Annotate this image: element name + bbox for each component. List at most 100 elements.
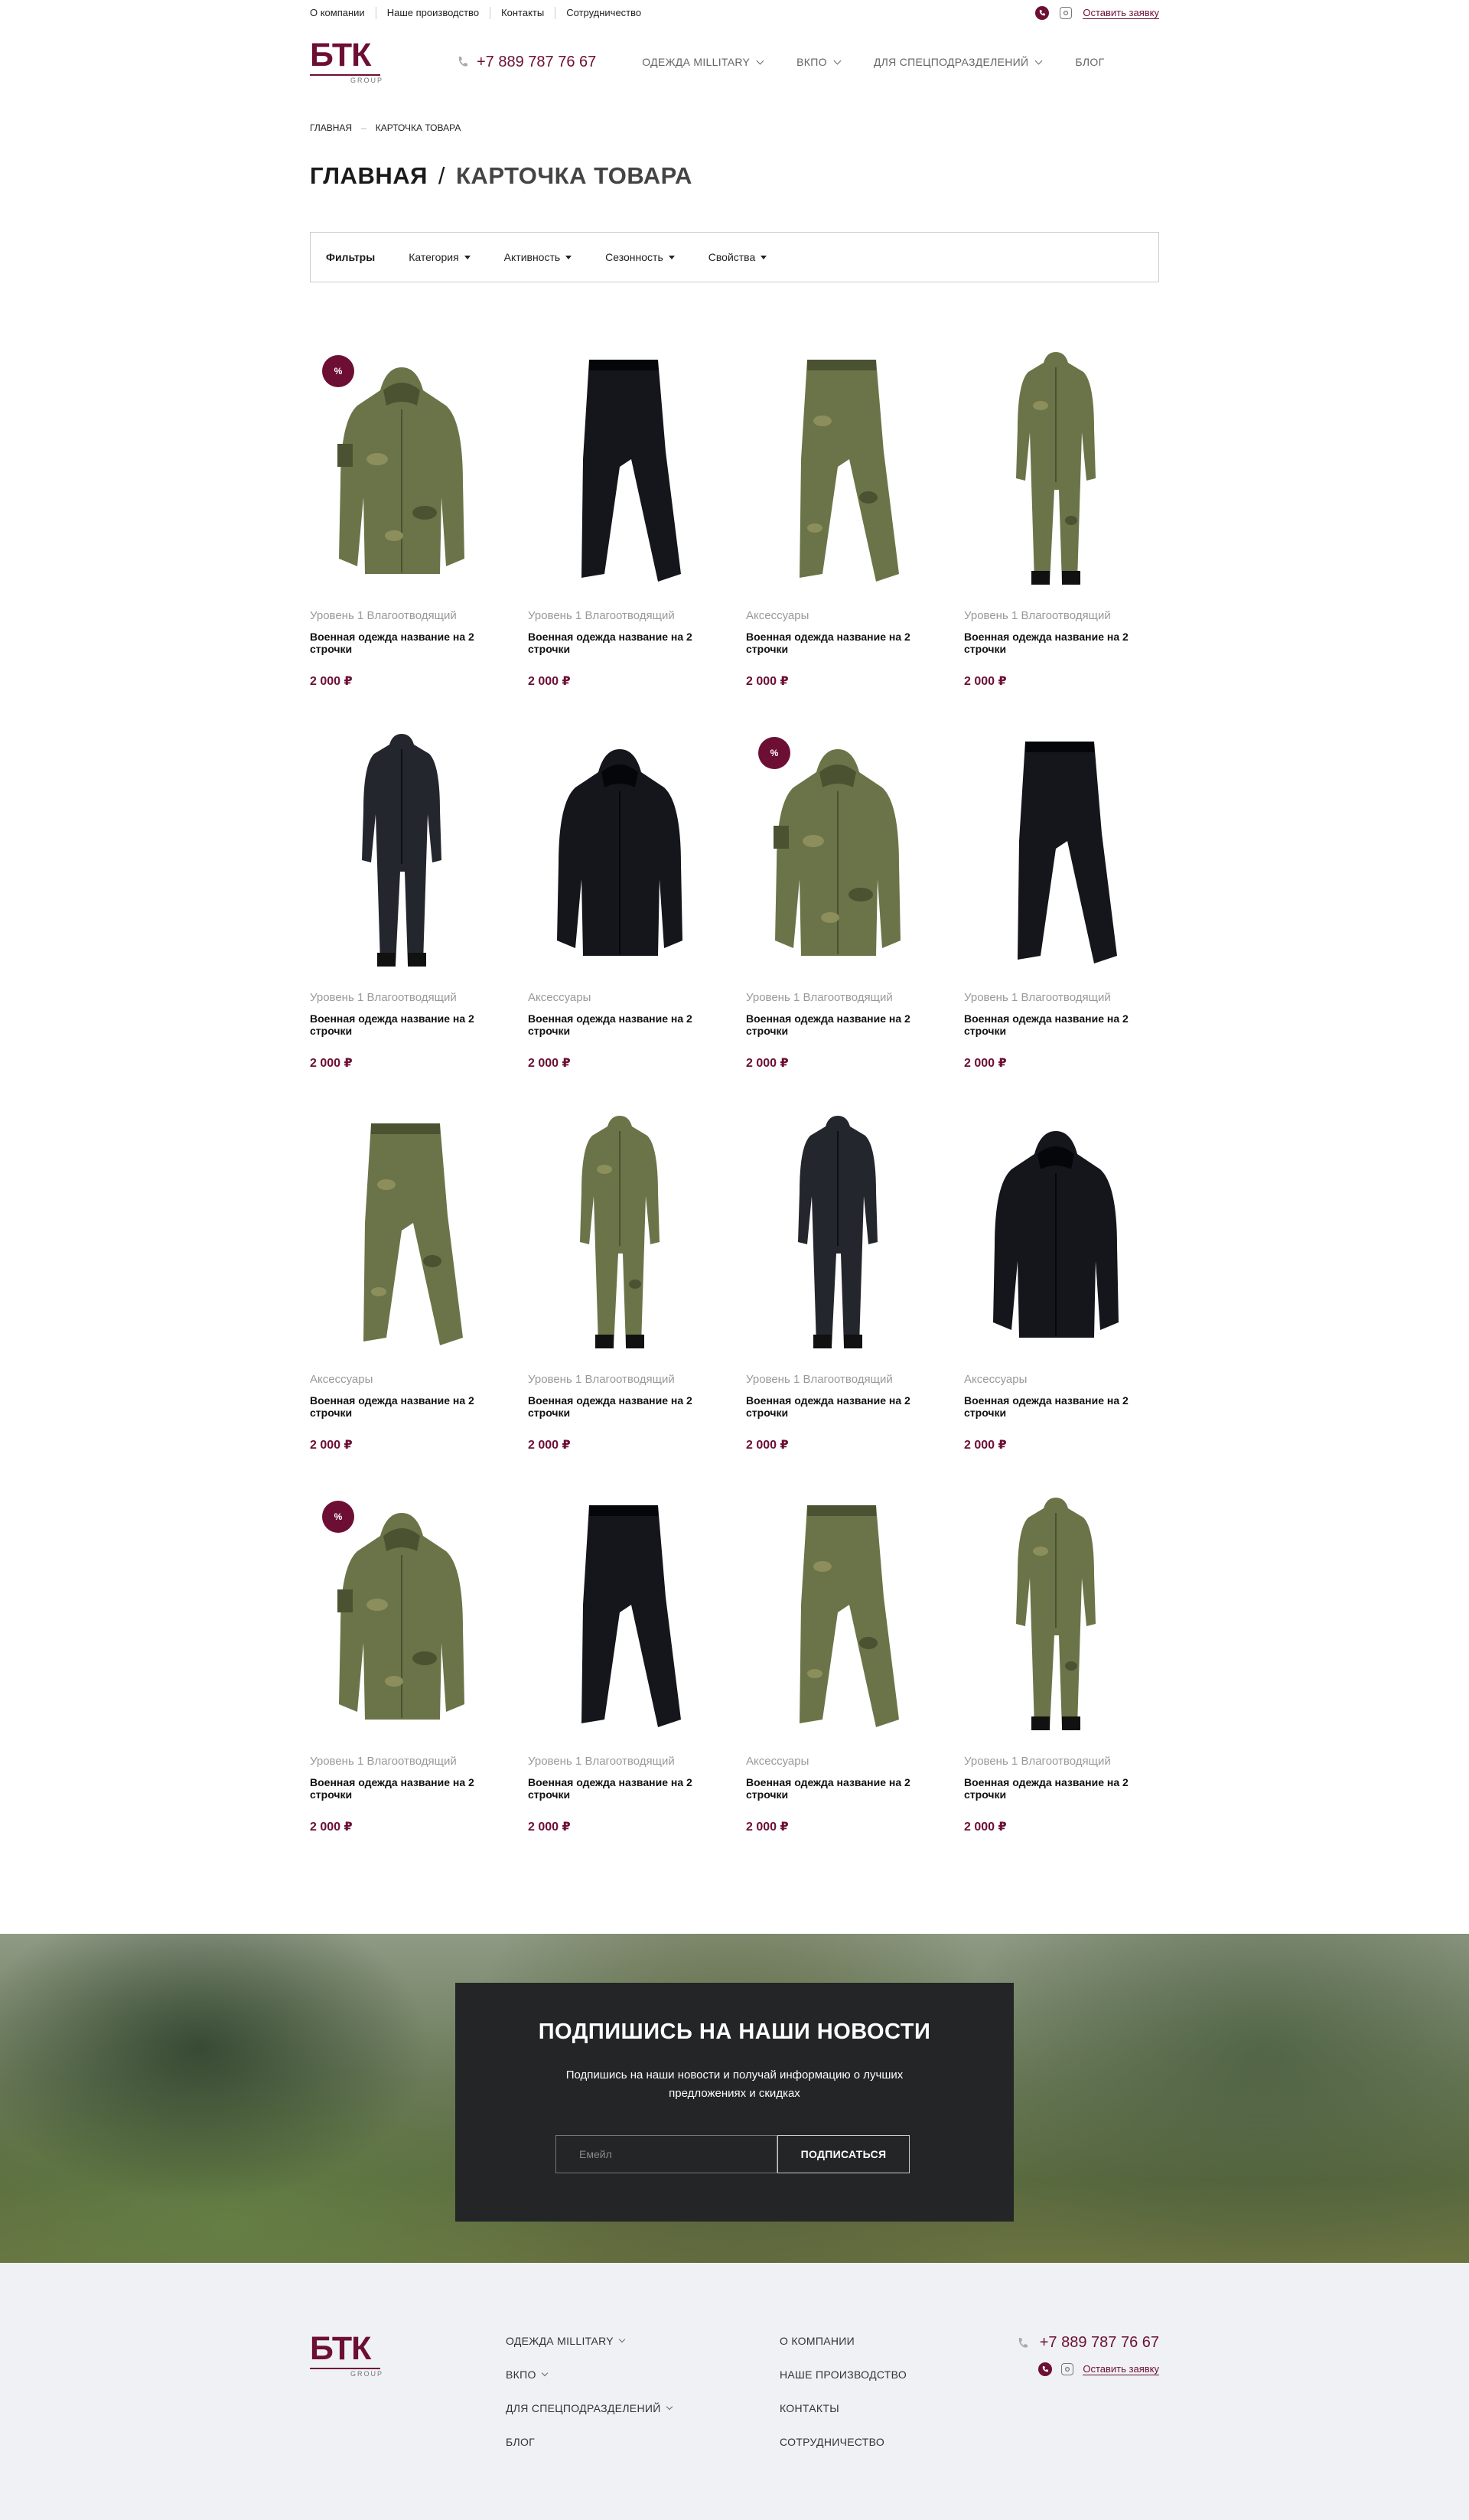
- product-card[interactable]: % Уровень 1 Влагоотводящий Военная одежда …: [310, 344, 493, 688]
- product-card[interactable]: % Уровень 1 Влагоотводящий Военная одежда …: [746, 726, 930, 1070]
- request-link[interactable]: Оставить заявку: [1083, 7, 1159, 19]
- product-name[interactable]: Военная одежда название на 2 строчки: [528, 631, 712, 655]
- whatsapp-icon[interactable]: [1038, 2362, 1053, 2376]
- product-image[interactable]: [310, 1108, 493, 1361]
- product-name[interactable]: Военная одежда название на 2 строчки: [964, 1776, 1148, 1801]
- whatsapp-icon[interactable]: [1035, 6, 1050, 20]
- product-name[interactable]: Военная одежда название на 2 строчки: [310, 1776, 493, 1801]
- product-price: 2 000 ₽: [964, 1439, 1007, 1452]
- nav-item-special[interactable]: ДЛЯ СПЕЦПОДРАЗДЕЛЕНИЙ: [874, 56, 1043, 68]
- product-price: 2 000 ₽: [746, 675, 789, 688]
- footer-link-military[interactable]: ОДЕЖДА MILLITARY: [506, 2324, 672, 2358]
- product-card[interactable]: Уровень 1 Влагоотводящий Военная одежда н…: [528, 1108, 712, 1452]
- product-card[interactable]: Аксессуары Военная одежда название на 2 с…: [310, 1108, 493, 1452]
- footer-link-vkpo[interactable]: ВКПО: [506, 2358, 672, 2391]
- filter-properties[interactable]: Свойства: [708, 251, 767, 263]
- product-price: 2 000 ₽: [964, 1057, 1007, 1070]
- logo-underline: [310, 74, 380, 76]
- product-card[interactable]: Уровень 1 Влагоотводящий Военная одежда н…: [528, 344, 712, 688]
- top-link-about[interactable]: О компании: [310, 7, 376, 19]
- nav-label: ВКПО: [796, 56, 827, 68]
- product-price: 2 000 ₽: [528, 1439, 571, 1452]
- product-card[interactable]: Уровень 1 Влагоотводящий Военная одежда н…: [964, 726, 1148, 1070]
- product-card[interactable]: Уровень 1 Влагоотводящий Военная одежда н…: [746, 1108, 930, 1452]
- instagram-icon[interactable]: [1061, 2363, 1074, 2375]
- filter-properties-label: Свойства: [708, 251, 756, 263]
- product-card[interactable]: Аксессуары Военная одежда название на 2 с…: [964, 1108, 1148, 1452]
- product-name[interactable]: Военная одежда название на 2 строчки: [310, 1012, 493, 1037]
- footer-link-cooperation[interactable]: СОТРУДНИЧЕСТВО: [780, 2425, 907, 2459]
- filter-activity[interactable]: Активность: [504, 251, 572, 263]
- footer-link-about[interactable]: О КОМПАНИИ: [780, 2324, 907, 2358]
- chevron-down-icon: [756, 57, 764, 64]
- subscribe-button[interactable]: ПОДПИСАТЬСЯ: [777, 2135, 910, 2173]
- email-input[interactable]: [555, 2135, 777, 2173]
- breadcrumb-home[interactable]: ГЛАВНАЯ: [310, 122, 352, 133]
- nav-item-blog[interactable]: БЛОГ: [1075, 56, 1104, 68]
- product-name[interactable]: Военная одежда название на 2 строчки: [746, 1012, 930, 1037]
- product-image[interactable]: [964, 1490, 1148, 1742]
- footer-social: Оставить заявку: [1002, 2362, 1159, 2376]
- product-card[interactable]: Уровень 1 Влагоотводящий Военная одежда н…: [528, 1490, 712, 1834]
- product-card[interactable]: Уровень 1 Влагоотводящий Военная одежда н…: [964, 1490, 1148, 1834]
- footer-link-production[interactable]: НАШЕ ПРОИЗВОДСТВО: [780, 2358, 907, 2391]
- product-image[interactable]: [528, 726, 712, 979]
- product-name[interactable]: Военная одежда название на 2 строчки: [746, 631, 930, 655]
- nav-item-military[interactable]: ОДЕЖДА MILLITARY: [642, 56, 764, 68]
- newsletter-title: ПОДПИШИСЬ НА НАШИ НОВОСТИ: [538, 2020, 931, 2044]
- product-image[interactable]: [964, 344, 1148, 597]
- footer-link-special[interactable]: ДЛЯ СПЕЦПОДРАЗДЕЛЕНИЙ: [506, 2391, 673, 2425]
- product-image[interactable]: [528, 344, 712, 597]
- footer-logo-text: БТК: [310, 2330, 371, 2367]
- product-category: Уровень 1 Влагоотводящий: [310, 609, 457, 622]
- product-name[interactable]: Военная одежда название на 2 строчки: [746, 1394, 930, 1419]
- product-name[interactable]: Военная одежда название на 2 строчки: [964, 1394, 1148, 1419]
- top-link-cooperation[interactable]: Сотрудничество: [555, 7, 652, 19]
- filter-season[interactable]: Сезонность: [605, 251, 675, 263]
- product-name[interactable]: Военная одежда название на 2 строчки: [746, 1776, 930, 1801]
- product-image[interactable]: [964, 726, 1148, 979]
- instagram-icon[interactable]: [1060, 7, 1073, 19]
- footer-nav-company: О КОМПАНИИ НАШЕ ПРОИЗВОДСТВО КОНТАКТЫ СО…: [780, 2324, 907, 2459]
- product-image[interactable]: [746, 1108, 930, 1361]
- nav-item-vkpo[interactable]: ВКПО: [796, 56, 842, 68]
- product-name[interactable]: Военная одежда название на 2 строчки: [310, 631, 493, 655]
- footer-link-contacts[interactable]: КОНТАКТЫ: [780, 2391, 907, 2425]
- product-card[interactable]: Аксессуары Военная одежда название на 2 с…: [746, 344, 930, 688]
- footer-request-link[interactable]: Оставить заявку: [1083, 2363, 1159, 2375]
- product-name[interactable]: Военная одежда название на 2 строчки: [310, 1394, 493, 1419]
- product-name[interactable]: Военная одежда название на 2 строчки: [528, 1776, 712, 1801]
- product-category: Аксессуары: [528, 991, 591, 1004]
- product-card[interactable]: Аксессуары Военная одежда название на 2 с…: [746, 1490, 930, 1834]
- product-card[interactable]: Уровень 1 Влагоотводящий Военная одежда н…: [310, 726, 493, 1070]
- product-card[interactable]: % Уровень 1 Влагоотводящий Военная одежда …: [310, 1490, 493, 1834]
- footer-phone[interactable]: +7 889 787 76 67: [1002, 2334, 1159, 2352]
- main-nav: ОДЕЖДА MILLITARY ВКПО ДЛЯ СПЕЦПОДРАЗДЕЛЕ…: [642, 56, 1104, 68]
- filter-category[interactable]: Категория: [409, 251, 471, 263]
- product-image[interactable]: [528, 1108, 712, 1361]
- filter-label: Фильтры: [326, 251, 376, 263]
- product-image[interactable]: %: [310, 344, 493, 597]
- footer-link-blog[interactable]: БЛОГ: [506, 2425, 672, 2459]
- product-image[interactable]: [746, 344, 930, 597]
- product-card[interactable]: Аксессуары Военная одежда название на 2 с…: [528, 726, 712, 1070]
- product-name[interactable]: Военная одежда название на 2 строчки: [528, 1012, 712, 1037]
- product-image[interactable]: [964, 1108, 1148, 1361]
- logo[interactable]: БТК GROUP: [310, 37, 383, 86]
- product-image[interactable]: [310, 726, 493, 979]
- product-name[interactable]: Военная одежда название на 2 строчки: [964, 1012, 1148, 1037]
- top-link-contacts[interactable]: Контакты: [490, 7, 555, 19]
- product-image[interactable]: [528, 1490, 712, 1742]
- product-name[interactable]: Военная одежда название на 2 строчки: [528, 1394, 712, 1419]
- footer-logo[interactable]: БТК GROUP: [310, 2330, 383, 2379]
- product-price: 2 000 ₽: [310, 1057, 353, 1070]
- phone-icon: [1018, 2337, 1028, 2348]
- product-card[interactable]: Уровень 1 Влагоотводящий Военная одежда н…: [964, 344, 1148, 688]
- product-image[interactable]: %: [746, 726, 930, 979]
- header-phone[interactable]: +7 889 787 76 67: [457, 54, 596, 71]
- top-link-production[interactable]: Наше производство: [375, 7, 490, 19]
- product-name[interactable]: Военная одежда название на 2 строчки: [964, 631, 1148, 655]
- discount-badge: %: [758, 737, 790, 769]
- product-image[interactable]: %: [310, 1490, 493, 1742]
- product-image[interactable]: [746, 1490, 930, 1742]
